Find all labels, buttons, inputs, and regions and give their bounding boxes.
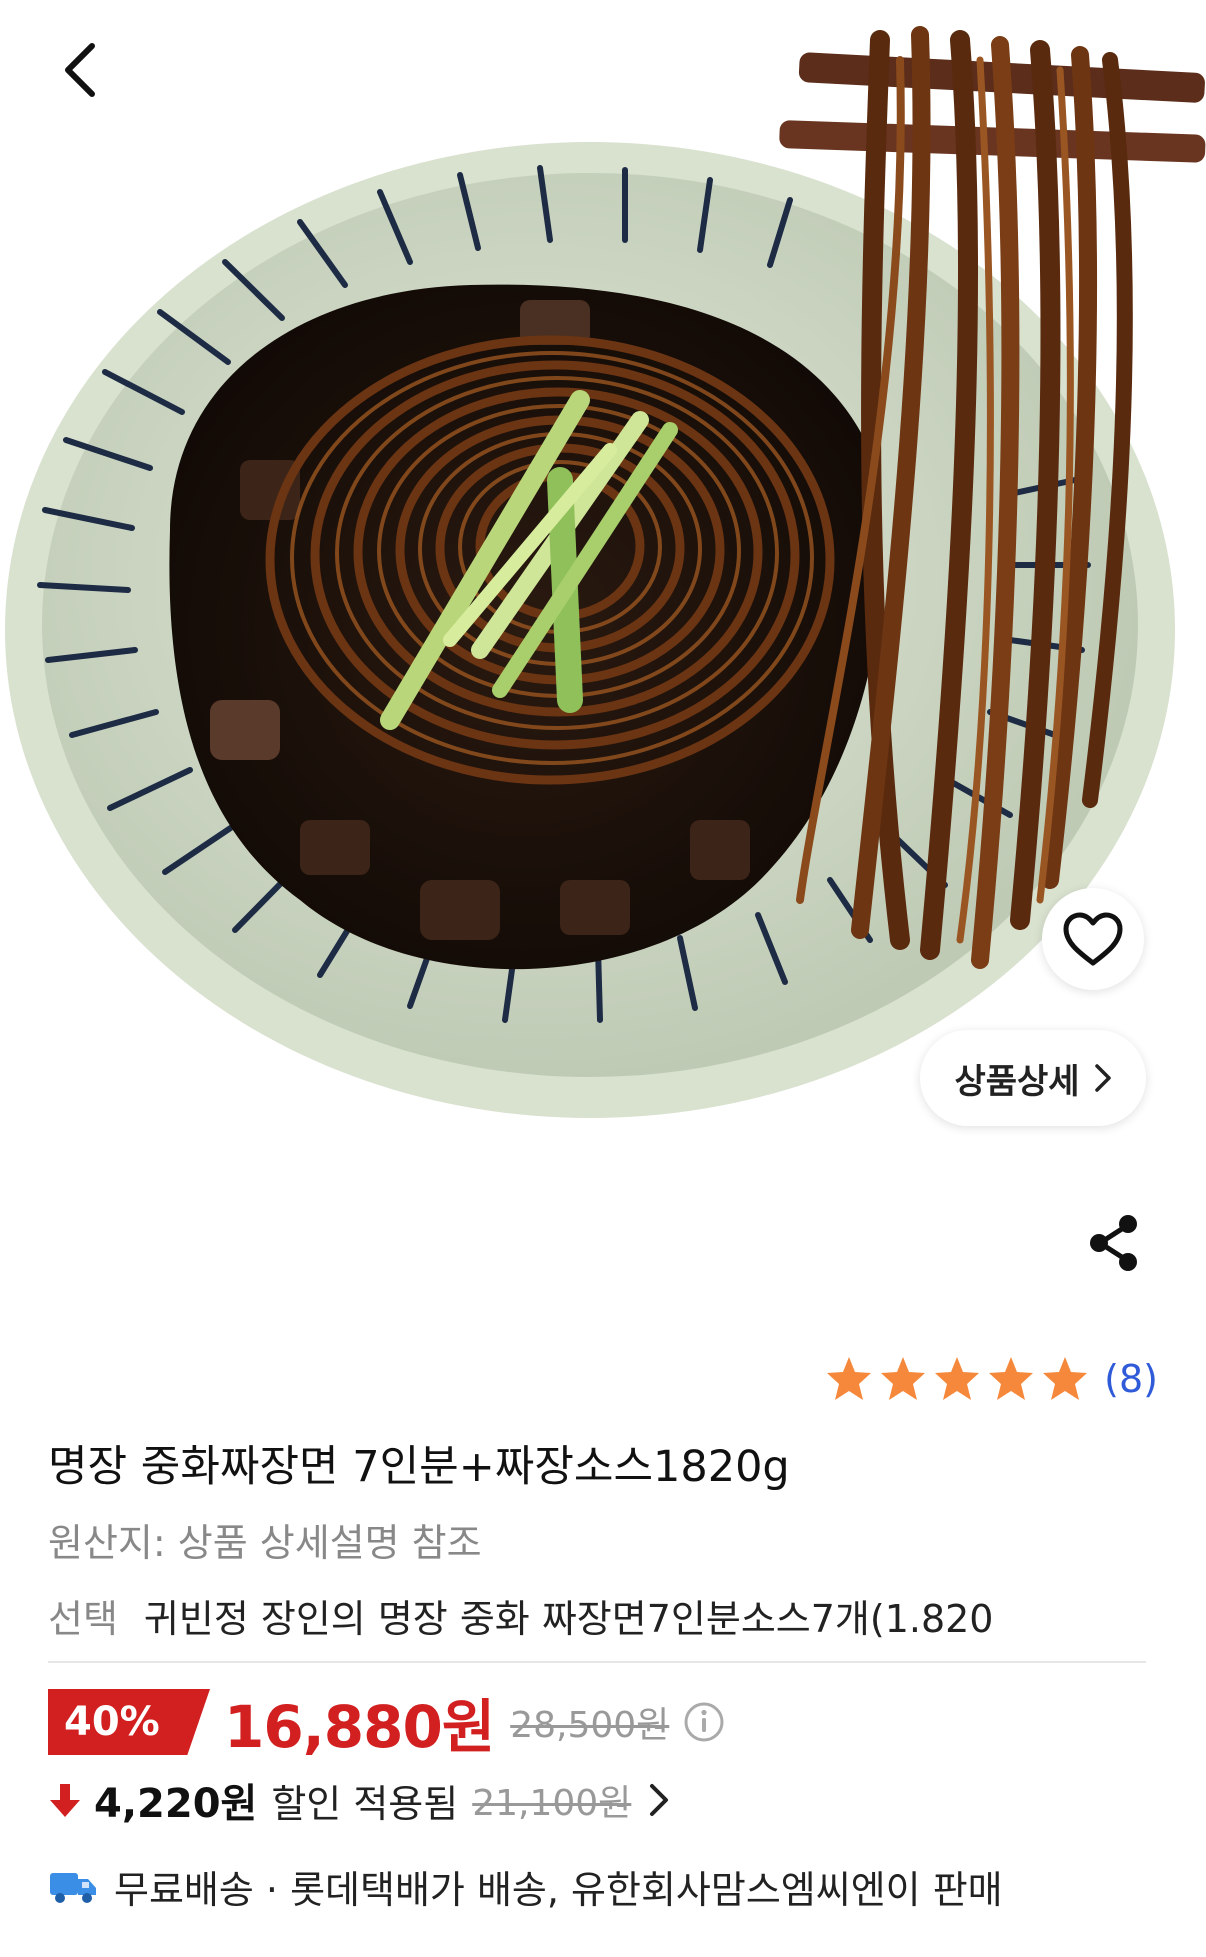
star-icon [989,1357,1034,1400]
back-button[interactable] [40,30,120,110]
star-icon [881,1357,926,1400]
option-label: 선택 [48,1597,118,1641]
price-row: 40% 16,880원 28,500원 [48,1688,725,1761]
original-price: 28,500원 [510,1705,670,1746]
origin-info: 원산지: 상품 상세설명 참조 [48,1521,482,1565]
coupon-price: 4,220원 [94,1781,258,1827]
share-button[interactable] [1082,1208,1146,1278]
divider [48,1661,1146,1663]
selected-option[interactable]: 선택 귀빈정 장인의 명장 중화 짜장면7인분소스7개(1.820 [48,1588,994,1643]
rating[interactable]: (8) [824,1354,1158,1404]
shipping-info: 무료배송 · 롯데택배가 배송, 유한회사맘스엠씨엔이 판매 [48,1856,1003,1916]
product-detail-label: 상품상세 [954,1061,1080,1102]
chevron-right-icon [650,1784,669,1816]
review-count[interactable]: (8) [1104,1357,1158,1401]
shipping-text: 무료배송 · 롯데택배가 배송, 유한회사맘스엠씨엔이 판매 [114,1867,1003,1912]
truck-icon [50,1873,96,1903]
discount-badge: 40% [48,1689,210,1755]
info-icon[interactable] [683,1701,725,1743]
star-icon [935,1357,980,1400]
star-icon [827,1357,872,1400]
share-icon [1090,1215,1137,1271]
wishlist-button[interactable] [1042,888,1144,990]
coupon-price-row[interactable]: 4,220원 할인 적용됨 21,100원 [48,1772,673,1828]
coupon-applied-text: 할인 적용됨 [271,1781,459,1826]
product-title: 명장 중화짜장면 7인분+짜장소스1820g [48,1442,790,1492]
arrow-down-icon [50,1784,80,1817]
product-image[interactable]: 상품상세 [0,0,1206,1180]
sale-price: 16,880원 [224,1693,495,1761]
jajangmyeon-photo [5,26,1206,1118]
product-detail-page: 상품상세 (8) 명장 중화짜장면 7인분+짜장소스1820g 원산지: 상품 … [0,0,1206,1957]
chevron-right-icon [1094,1064,1111,1092]
star-icon [1043,1357,1088,1400]
option-value: 귀빈정 장인의 명장 중화 짜장면7인분소스7개(1.820 [143,1597,994,1641]
heart-icon [1063,912,1123,966]
coupon-original-price: 21,100원 [472,1783,632,1824]
chevron-left-icon [65,43,95,97]
product-detail-button[interactable]: 상품상세 [920,1030,1146,1126]
